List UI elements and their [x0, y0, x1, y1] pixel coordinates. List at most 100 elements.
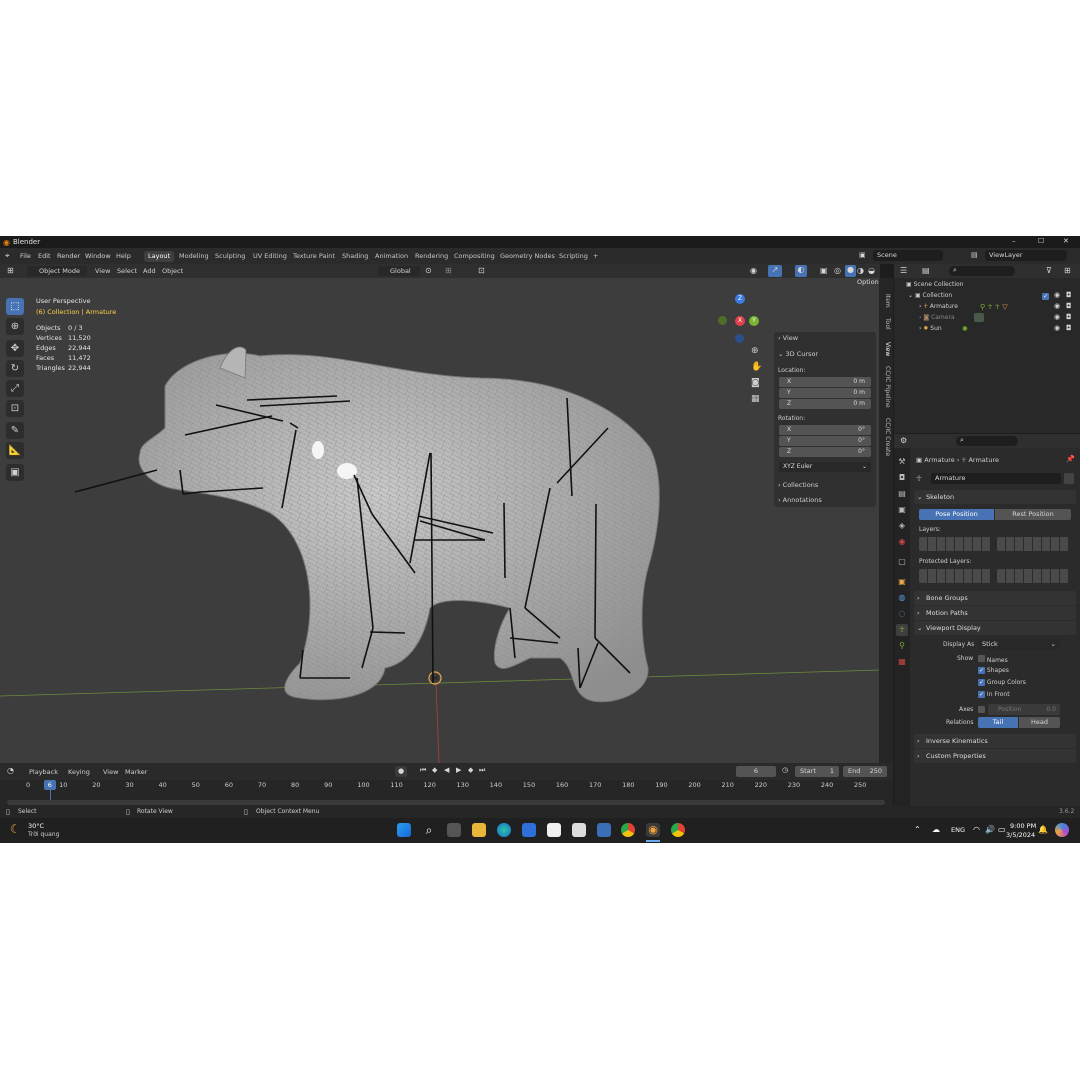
chrome-profile-icon[interactable]	[671, 823, 685, 837]
scene-collection-row[interactable]: ▣ Scene Collection	[906, 281, 963, 288]
timeline-scrollbar[interactable]	[7, 800, 885, 805]
rotate-tool-icon[interactable]: ↻	[6, 360, 24, 377]
show-shapes-checkbox[interactable]: ✓ Shapes	[978, 667, 1009, 674]
wireframe-shading-icon[interactable]: ◎	[834, 266, 841, 275]
camera-data-icon[interactable]	[974, 313, 984, 322]
bone-groups-panel-header[interactable]: › Bone Groups	[914, 591, 1076, 605]
scale-tool-icon[interactable]: ⤢	[6, 380, 24, 397]
outliner-item-sun[interactable]: › ✹ Sun	[919, 325, 942, 332]
tab-tool[interactable]: Tool	[881, 318, 891, 330]
display-mode-icon[interactable]: ▤	[922, 266, 930, 275]
tab-compositing[interactable]: Compositing	[450, 251, 499, 262]
collections-section-toggle[interactable]: › Collections	[778, 481, 818, 489]
playhead[interactable]: 6	[43, 780, 56, 790]
new-collection-icon[interactable]: ⊞	[1064, 266, 1071, 275]
collection-tab-icon[interactable]: ▢	[896, 556, 908, 568]
play-icon[interactable]: ▶	[456, 766, 461, 774]
notification-bell-icon[interactable]: 🔔	[1038, 825, 1048, 834]
inverse-kinematics-panel-header[interactable]: › Inverse Kinematics	[914, 734, 1076, 748]
pin-icon[interactable]: 📌	[1066, 455, 1075, 463]
weather-icon[interactable]: ☾	[10, 822, 21, 836]
view-section-toggle[interactable]: › View	[778, 334, 798, 342]
show-in-front-checkbox[interactable]: ✓ In Front	[978, 691, 1010, 698]
view-layer-tab-icon[interactable]: ▣	[896, 504, 908, 516]
scene-tab-icon[interactable]: ◈	[896, 520, 908, 532]
task-view-icon[interactable]	[447, 823, 461, 837]
rendered-shading-icon[interactable]: ◒	[868, 266, 875, 275]
wifi-icon[interactable]: ◠	[973, 825, 980, 834]
volume-icon[interactable]: 🔊	[985, 825, 995, 834]
select-box-tool-icon[interactable]: ⬚	[6, 298, 24, 315]
tab-shading[interactable]: Shading	[338, 251, 372, 262]
jump-keyframe-back-icon[interactable]: ◆	[432, 766, 437, 774]
mail-icon[interactable]	[522, 823, 536, 837]
clock-time[interactable]: 9:00 PM	[1010, 822, 1036, 830]
outliner-item-armature[interactable]: › ☥ Armature	[919, 303, 958, 310]
app-icon-a[interactable]	[572, 823, 586, 837]
properties-editor-icon[interactable]: ⚙	[900, 436, 907, 445]
gizmo-toggle-icon[interactable]: ↗	[768, 265, 782, 277]
visibility-icon[interactable]: ◉	[750, 266, 757, 275]
play-reverse-icon[interactable]: ◀	[444, 766, 449, 774]
tab-modeling[interactable]: Modeling	[175, 251, 213, 262]
cursor-section-toggle[interactable]: ⌄ 3D Cursor	[778, 350, 818, 358]
cursor-tool-icon[interactable]: ⊕	[6, 318, 24, 335]
rotation-mode-select[interactable]: XYZ Euler ⌄	[779, 462, 871, 472]
tab-rendering[interactable]: Rendering	[411, 251, 452, 262]
menu-render[interactable]: Render	[57, 252, 80, 260]
menu-window[interactable]: Window	[85, 252, 111, 260]
maximize-button[interactable]: ☐	[1038, 237, 1044, 245]
object-tab-icon[interactable]: ▣	[896, 576, 908, 588]
jump-start-icon[interactable]: ⏮	[420, 766, 426, 775]
onedrive-cloud-icon[interactable]: ☁	[932, 825, 940, 834]
cursor-location-x[interactable]: X 0 m	[779, 377, 871, 387]
current-frame-field[interactable]: 6	[736, 766, 776, 777]
axes-checkbox[interactable]	[978, 706, 985, 715]
move-tool-icon[interactable]: ✥	[6, 340, 24, 357]
output-tab-icon[interactable]: ▤	[896, 488, 908, 500]
sun-data-icon[interactable]: ✺	[962, 325, 968, 333]
jump-keyframe-forward-icon[interactable]: ◆	[468, 766, 473, 774]
timeline-menu-view[interactable]: View	[103, 768, 118, 776]
end-frame-field[interactable]: End 250	[843, 766, 887, 777]
filter-icon[interactable]: ⊽	[1046, 266, 1052, 275]
gizmo-x-axis[interactable]: X	[735, 316, 745, 326]
jump-end-icon[interactable]: ⏭	[479, 766, 485, 775]
armature-visibility-eye-icon[interactable]: ◉	[1054, 302, 1060, 310]
editor-type-icon[interactable]: ⊞	[7, 266, 14, 275]
properties-search-input[interactable]: ⌕	[956, 436, 1018, 446]
relations-head-button[interactable]: Head	[1019, 717, 1060, 728]
bone-layers-grid-b[interactable]	[997, 537, 1069, 551]
clock-icon[interactable]: ◷	[782, 766, 788, 774]
weather-temperature[interactable]: 30°C	[28, 822, 44, 830]
axes-position-field[interactable]: Position 0.0	[988, 704, 1060, 715]
auto-key-record-icon[interactable]: ●	[395, 766, 407, 777]
outliner-editor-icon[interactable]: ☰	[900, 266, 907, 275]
app-icon-b[interactable]	[597, 823, 611, 837]
tab-item[interactable]: Item	[881, 294, 891, 308]
pivot-icon[interactable]: ⊙	[425, 266, 432, 275]
menu-file[interactable]: File	[20, 252, 31, 260]
timeline-menu-playback[interactable]: Playback	[29, 768, 58, 776]
cursor-rotation-y[interactable]: Y 0°	[779, 436, 871, 446]
annotate-tool-icon[interactable]: ✎	[6, 422, 24, 439]
view-layer-selector[interactable]: ViewLayer	[985, 250, 1067, 261]
texture-tab-icon[interactable]: ▦	[896, 656, 908, 668]
overlay-toggle-icon[interactable]: ◐	[795, 265, 807, 277]
windows-start-icon[interactable]	[397, 823, 411, 837]
physics-tab-icon[interactable]: ◍	[896, 592, 908, 604]
bear-mesh[interactable]	[138, 346, 660, 703]
ortho-grid-icon[interactable]: ▦	[751, 394, 760, 404]
tool-tab-icon[interactable]: ⚒	[896, 456, 908, 468]
edge-browser-icon[interactable]	[497, 823, 511, 837]
collection-render-camera-icon[interactable]: ◘	[1066, 291, 1072, 299]
relations-tail-button[interactable]: Tail	[978, 717, 1018, 728]
collection-checkbox[interactable]: ✓	[1042, 292, 1049, 300]
pan-hand-icon[interactable]: ✋	[751, 362, 762, 372]
gizmo-neg-y[interactable]	[718, 316, 727, 325]
tab-geometry-nodes[interactable]: Geometry Nodes	[496, 251, 559, 262]
collection-row[interactable]: ⌄ ▣ Collection	[908, 292, 952, 299]
close-button[interactable]: ✕	[1063, 237, 1069, 245]
blender-taskbar-icon[interactable]: ◉	[646, 823, 660, 837]
taskbar-search-icon[interactable]: ⌕	[422, 823, 436, 837]
